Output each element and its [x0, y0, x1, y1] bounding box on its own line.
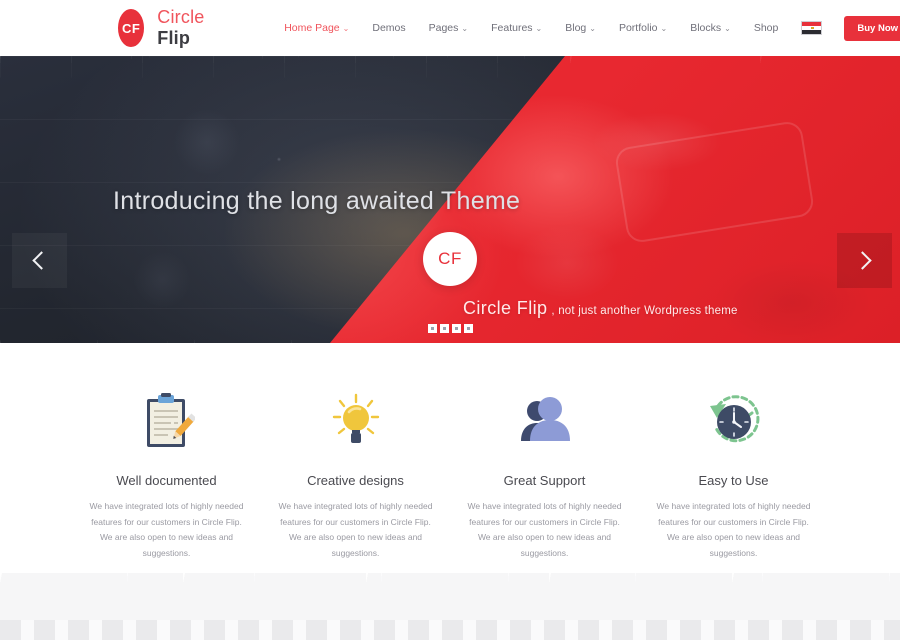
nav-item-shop[interactable]: Shop — [754, 22, 779, 34]
chevron-down-icon: ⌄ — [461, 24, 469, 33]
hero-subtitle-rest: , not just another Wordpress theme — [551, 305, 738, 317]
hero-title: Introducing the long awaited Theme — [113, 187, 521, 215]
bottom-stripe-band — [0, 620, 900, 640]
feature-title: Creative designs — [307, 473, 404, 488]
logo[interactable]: CF Circle Flip — [118, 7, 216, 49]
buy-now-button[interactable]: Buy Now — [844, 15, 900, 41]
feature-description: We have integrated lots of highly needed… — [467, 501, 622, 559]
nav-label: Shop — [753, 22, 779, 34]
nav-item-home-page[interactable]: Home Page ⌄ — [284, 22, 349, 34]
hero-subtitle-brand: Circle Flip — [463, 298, 548, 318]
clipboard-pencil-icon — [86, 391, 247, 453]
slider-pagination — [0, 324, 900, 333]
clock-refresh-icon — [653, 391, 814, 453]
slider-prev-button[interactable] — [12, 233, 67, 288]
chevron-down-icon: ⌄ — [660, 24, 668, 33]
feature-description: We have integrated lots of highly needed… — [656, 501, 811, 559]
nav-item-demos[interactable]: Demos — [372, 22, 405, 34]
feature-title: Well documented — [116, 473, 217, 488]
nav-label: Portfolio — [618, 22, 658, 34]
chevron-down-icon: ⌄ — [342, 24, 350, 33]
chevron-right-icon — [853, 251, 872, 270]
nav-item-blocks[interactable]: Blocks ⌄ — [690, 22, 731, 34]
lightbulb-icon — [275, 391, 436, 453]
nav-label: Home Page — [284, 22, 340, 34]
nav-label: Features — [491, 22, 533, 34]
nav-label: Pages — [428, 22, 459, 34]
slider-dot-4[interactable] — [463, 324, 473, 333]
logo-text-part2: Flip — [157, 28, 191, 48]
feature-card-great-support: Great Support We have integrated lots of… — [450, 391, 639, 573]
chevron-left-icon — [32, 251, 51, 270]
feature-title: Great Support — [503, 473, 586, 488]
nav-item-blog[interactable]: Blog ⌄ — [565, 22, 596, 34]
chevron-down-icon: ⌄ — [535, 24, 543, 33]
chevron-down-icon: ⌄ — [589, 24, 596, 33]
nav-label: Blocks — [690, 22, 722, 34]
feature-description: We have integrated lots of highly needed… — [278, 501, 433, 559]
bottom-section — [0, 573, 900, 640]
feature-card-easy-to-use: Easy to Use We have integrated lots of h… — [639, 391, 828, 573]
egypt-flag-icon[interactable] — [801, 21, 823, 35]
nav-item-portfolio[interactable]: Portfolio ⌄ — [619, 22, 667, 34]
feature-card-well-documented: Well documented We have integrated lots … — [72, 391, 261, 573]
slider-dot-1[interactable] — [427, 324, 437, 333]
site-header: CF Circle Flip Home Page ⌄ Demos Pages ⌄ F… — [0, 0, 900, 56]
nav-item-features[interactable]: Features ⌄ — [491, 22, 542, 34]
nav-label: Demos — [372, 22, 406, 34]
hero-center-badge: CF — [423, 232, 477, 286]
logo-text: Circle Flip — [157, 7, 216, 49]
hero-slider: Introducing the long awaited Theme CF Ci… — [0, 56, 900, 343]
feature-description: We have integrated lots of highly needed… — [89, 501, 244, 559]
nav-item-pages[interactable]: Pages ⌄ — [429, 22, 468, 34]
features-section: Well documented We have integrated lots … — [0, 343, 900, 573]
slider-next-button[interactable] — [837, 233, 892, 288]
slider-dot-2[interactable] — [439, 324, 449, 333]
feature-card-creative-designs: Creative designs We have integrated lots… — [261, 391, 450, 573]
users-icon — [464, 391, 625, 453]
logo-text-part1: Circle — [157, 7, 205, 27]
feature-title: Easy to Use — [698, 473, 769, 488]
chevron-down-icon: ⌄ — [724, 24, 731, 33]
logo-badge: CF — [118, 9, 145, 47]
main-navigation: Home Page ⌄ Demos Pages ⌄ Features ⌄ Blog ⌄ … — [284, 15, 900, 41]
slider-dot-3[interactable] — [451, 324, 461, 333]
nav-label: Blog — [565, 22, 587, 34]
hero-subtitle: Circle Flip, not just another Wordpress … — [463, 298, 738, 319]
